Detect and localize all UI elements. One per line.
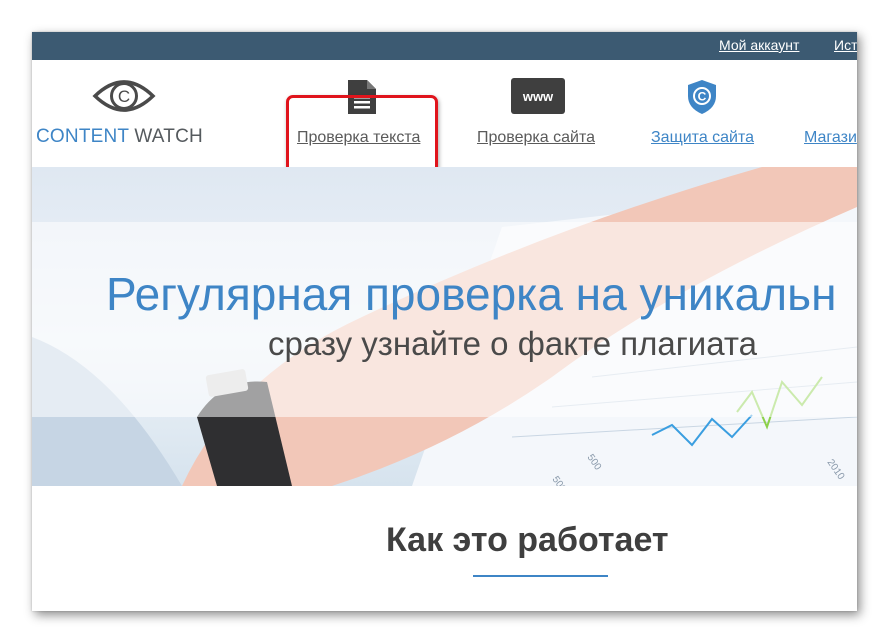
top-bar: Мой аккаунт Ист [32, 32, 857, 60]
eye-copyright-icon: C [92, 80, 156, 112]
nav-item-site-check[interactable]: www Проверка сайта [472, 60, 606, 167]
browser-viewport: Мой аккаунт Ист C CONTENT WATCH Проверка… [32, 32, 857, 611]
hero-subtitle: сразу узнайте о факте плагиата [268, 325, 757, 362]
logo-content: CONTENT [36, 126, 129, 147]
svg-text:C: C [698, 90, 707, 104]
my-account-link[interactable]: Мой аккаунт [719, 37, 799, 53]
how-it-works-section: Как это работает [32, 486, 857, 611]
logo-text: CONTENT WATCH [36, 126, 203, 148]
logo-watch: WATCH [134, 126, 203, 147]
nav-site-protection-label[interactable]: Защита сайта [651, 129, 754, 147]
svg-text:www: www [522, 89, 554, 104]
www-icon: www [511, 78, 565, 114]
title-underline [473, 575, 608, 577]
nav-shop-label[interactable]: Магази [804, 129, 857, 147]
how-it-works-title: Как это работает [386, 521, 669, 559]
svg-text:C: C [118, 87, 130, 106]
nav-site-check-label[interactable]: Проверка сайта [477, 129, 595, 147]
hero-banner: 500 500 2010 Регулярная проверка на уник… [32, 167, 857, 486]
hero-title: Регулярная проверка на уникальн [106, 268, 837, 320]
site-header: C CONTENT WATCH Проверка текста www Пров… [32, 60, 857, 184]
nav-item-site-protection[interactable]: C Защита сайта [646, 60, 756, 167]
shield-copyright-icon: C [688, 80, 716, 114]
nav-item-shop[interactable]: Магази [800, 60, 857, 167]
history-link[interactable]: Ист [834, 37, 857, 53]
